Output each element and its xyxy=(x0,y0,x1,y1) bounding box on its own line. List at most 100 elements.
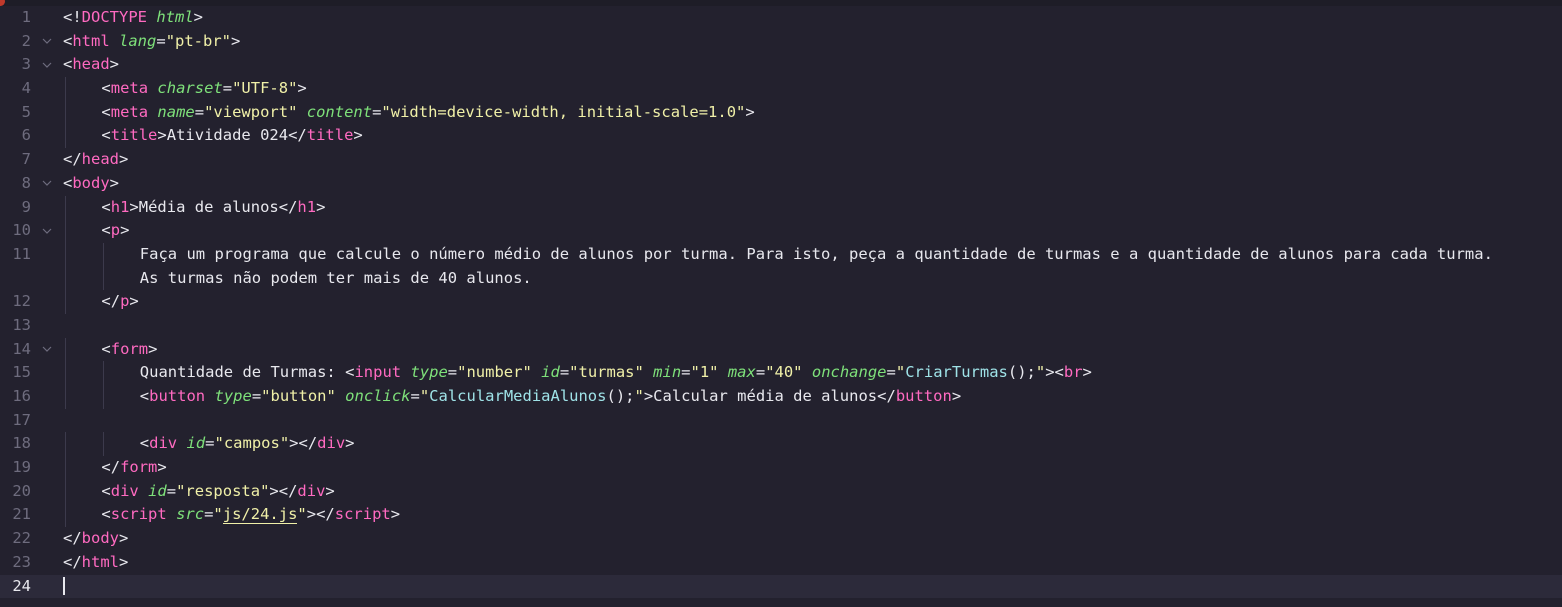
code-token: html xyxy=(81,552,119,571)
code-line[interactable]: 10 <p> xyxy=(0,219,1562,243)
code-token: charset xyxy=(157,79,223,98)
code-line[interactable]: 12 </p> xyxy=(0,290,1562,314)
code-token: </ xyxy=(63,552,82,571)
code-token: (); xyxy=(1007,363,1036,382)
code-token: body xyxy=(81,529,119,548)
code-lines[interactable]: 1 <!DOCTYPE html> 2 <html lang="pt-br"> 3 <he… xyxy=(0,6,1562,599)
code-line[interactable]: 11 Faça um programa que calcule o número … xyxy=(0,242,1562,267)
fold-chevron-icon[interactable] xyxy=(40,172,54,196)
code-token: onchange xyxy=(811,363,887,382)
text-cursor xyxy=(63,577,65,595)
code-token: Calcular média de alunos xyxy=(653,387,878,405)
code-token: js/24.js xyxy=(222,505,298,525)
code-text: </form> xyxy=(101,456,166,480)
code-token: " xyxy=(634,387,644,405)
code-token: < xyxy=(101,481,111,500)
code-token: " xyxy=(419,387,430,405)
line-number: 2 xyxy=(21,31,31,50)
code-text: <head> xyxy=(63,53,119,77)
code-token: < xyxy=(101,79,111,98)
code-line[interactable]: 2 <html lang="pt-br"> xyxy=(0,30,1562,54)
code-token: content xyxy=(306,102,373,121)
code-token: meta xyxy=(110,79,149,98)
code-line[interactable]: 8 <body> xyxy=(0,172,1562,196)
code-token: = xyxy=(205,434,215,453)
code-token: Quantidade de Turmas: xyxy=(139,363,346,382)
code-line[interactable]: 17 xyxy=(0,409,1562,433)
code-line[interactable]: 4 <meta charset="UTF-8"> xyxy=(0,77,1562,101)
code-token: "pt-br" xyxy=(165,31,232,50)
code-token: </ xyxy=(63,529,82,548)
code-token: ></ xyxy=(269,481,298,500)
code-token: type xyxy=(214,387,252,405)
code-line[interactable]: 9 <h1>Média de alunos</h1> xyxy=(0,195,1562,220)
code-token: < xyxy=(63,55,73,74)
code-text: </body> xyxy=(63,527,128,551)
code-line[interactable]: 15 Quantidade de Turmas: <input type="num… xyxy=(0,361,1562,385)
line-number: 22 xyxy=(12,529,31,548)
indent-guide xyxy=(65,124,66,149)
code-line[interactable]: 1 <!DOCTYPE html> xyxy=(0,6,1562,30)
code-line[interactable]: 23 </html> xyxy=(0,551,1562,575)
indent-guide xyxy=(103,266,105,291)
code-line[interactable]: 7 </head> xyxy=(0,148,1562,172)
indent-guide xyxy=(103,385,105,409)
indent-guide xyxy=(65,219,66,243)
code-text: Quantidade de Turmas: <input type="numbe… xyxy=(140,361,1092,385)
code-text: <h1>Média de alunos</h1> xyxy=(101,196,325,220)
code-line[interactable]: 6 <title>Atividade 024</title> xyxy=(0,124,1562,149)
line-number: 17 xyxy=(12,410,31,429)
code-text: <div id="campos"></div> xyxy=(140,432,355,456)
code-token: > xyxy=(951,387,962,405)
code-text: </html> xyxy=(63,551,128,575)
code-line[interactable]: 19 </form> xyxy=(0,456,1562,480)
code-token: html xyxy=(72,31,110,50)
line-number: 24 xyxy=(12,576,31,595)
code-line[interactable]: 3 <head> xyxy=(0,53,1562,77)
code-token: > xyxy=(316,197,326,216)
code-line[interactable]: 21 <script src="js/24.js"></script> xyxy=(0,503,1562,528)
code-token: < xyxy=(63,31,73,50)
line-number: 6 xyxy=(21,126,31,145)
code-editor[interactable]: 1 <!DOCTYPE html> 2 <html lang="pt-br"> 3 <he… xyxy=(0,0,1562,607)
line-number: 4 xyxy=(21,79,31,98)
code-token: "40" xyxy=(765,363,803,382)
code-token: = xyxy=(194,102,205,121)
code-line[interactable]: As turmas não podem ter mais de 40 aluno… xyxy=(0,266,1562,291)
code-token: < xyxy=(101,339,111,358)
code-text: As turmas não podem ter mais de 40 aluno… xyxy=(140,267,532,291)
line-number: 10 xyxy=(12,221,31,240)
code-line[interactable]: 24 xyxy=(0,574,1562,599)
code-token: "turmas" xyxy=(569,363,644,382)
line-number: 19 xyxy=(12,458,31,477)
code-token: id xyxy=(148,481,167,500)
code-line[interactable]: 22 </body> xyxy=(0,527,1562,551)
fold-chevron-icon[interactable] xyxy=(40,219,54,243)
code-token: > xyxy=(157,126,167,145)
code-token: > xyxy=(643,387,654,405)
code-token: > xyxy=(119,150,129,169)
code-line[interactable]: 13 xyxy=(0,314,1562,338)
code-token: > xyxy=(1082,363,1092,382)
code-token: "number" xyxy=(457,363,532,382)
code-token: < xyxy=(101,102,111,121)
indent-guide xyxy=(65,242,66,267)
code-token: < xyxy=(101,221,111,240)
code-line[interactable]: 20 <div id="resposta"></div> xyxy=(0,479,1562,504)
line-number: 7 xyxy=(21,150,31,169)
fold-chevron-icon[interactable] xyxy=(40,338,54,362)
code-token: > xyxy=(390,505,401,524)
code-line[interactable]: 16 <button type="button" onclick="Calcula… xyxy=(0,385,1562,409)
code-text: <title>Atividade 024</title> xyxy=(101,124,362,148)
code-token: > xyxy=(157,458,167,477)
code-line[interactable]: 18 <div id="campos"></div> xyxy=(0,432,1562,457)
fold-chevron-icon[interactable] xyxy=(40,53,54,77)
code-line[interactable]: 5 <meta name="viewport" content="width=de… xyxy=(0,100,1562,125)
code-line[interactable]: 14 <form> xyxy=(0,337,1562,362)
code-token: = xyxy=(559,363,570,382)
fold-chevron-icon[interactable] xyxy=(40,30,54,54)
